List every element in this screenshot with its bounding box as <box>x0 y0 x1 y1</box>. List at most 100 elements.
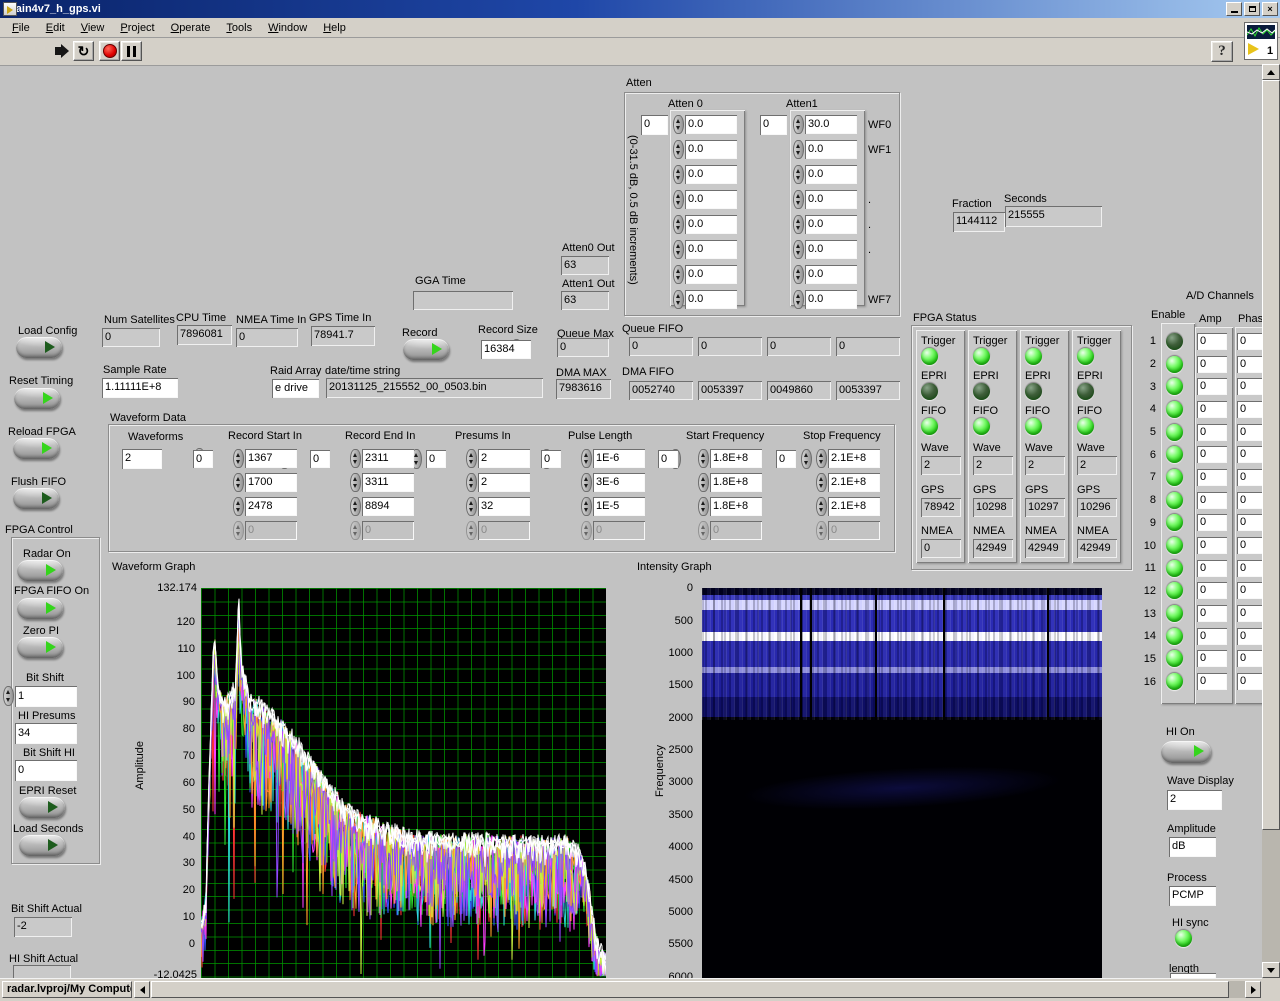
index-field[interactable]: 0 <box>426 450 446 468</box>
fpga-fifo-on-button[interactable] <box>17 598 63 619</box>
wave-display-field[interactable]: 2 <box>1167 790 1222 810</box>
value-field[interactable]: 3311 <box>362 473 414 492</box>
value-spinner[interactable] <box>698 497 709 516</box>
hi-on-button[interactable] <box>1161 741 1211 763</box>
enable-led[interactable] <box>1166 673 1183 691</box>
value-field[interactable]: 1.8E+8 <box>710 497 762 516</box>
enable-led[interactable] <box>1166 514 1183 532</box>
enable-led[interactable] <box>1166 446 1183 464</box>
hscroll-track[interactable] <box>1229 981 1245 998</box>
hi-presums-field[interactable]: 34 <box>15 723 77 744</box>
value-field[interactable]: 1.8E+8 <box>710 449 762 468</box>
hscroll-thumb[interactable] <box>151 981 1229 998</box>
bit-shift-field[interactable]: 1 <box>15 686 77 707</box>
menu-item[interactable]: File <box>4 20 38 36</box>
load-seconds-button[interactable] <box>19 835 65 856</box>
amp-field[interactable]: 0 <box>1197 582 1227 600</box>
atten1-index-field[interactable]: 0 <box>760 115 787 135</box>
value-field[interactable]: 2.1E+8 <box>828 497 880 516</box>
enable-led[interactable] <box>1166 582 1183 600</box>
intensity-graph-plot[interactable] <box>702 588 1102 978</box>
enable-led[interactable] <box>1166 378 1183 396</box>
amp-field[interactable]: 0 <box>1197 627 1227 645</box>
value-field[interactable]: 1E-5 <box>593 497 645 516</box>
flush-fifo-button[interactable] <box>13 488 59 509</box>
waveform-graph-plot[interactable] <box>201 588 606 978</box>
scroll-up-button[interactable] <box>1262 64 1280 80</box>
atten-value-spinner[interactable] <box>793 215 804 234</box>
run-continuous-button[interactable]: ↻ <box>73 41 94 61</box>
amp-field[interactable]: 0 <box>1197 378 1227 396</box>
amp-field[interactable]: 0 <box>1197 605 1227 623</box>
reset-timing-button[interactable] <box>14 388 60 409</box>
value-spinner[interactable] <box>350 497 361 516</box>
run-button[interactable] <box>51 41 72 61</box>
index-field[interactable]: 0 <box>658 450 678 468</box>
phase-field[interactable]: 0 <box>1237 627 1265 645</box>
value-field[interactable]: 1367 <box>245 449 297 468</box>
atten-value-field[interactable]: 0.0 <box>685 140 737 159</box>
scroll-thumb[interactable] <box>1262 80 1280 830</box>
amp-field[interactable]: 0 <box>1197 650 1227 668</box>
enable-led[interactable] <box>1166 491 1183 509</box>
phase-field[interactable]: 0 <box>1237 559 1265 577</box>
phase-field[interactable]: 0 <box>1237 446 1265 464</box>
menu-item[interactable]: Project <box>112 20 162 36</box>
amp-field[interactable]: 0 <box>1197 468 1227 486</box>
atten-value-field[interactable]: 0.0 <box>685 215 737 234</box>
enable-led[interactable] <box>1166 537 1183 555</box>
record-size-field[interactable]: 16384 <box>481 340 531 359</box>
value-spinner[interactable] <box>816 449 827 468</box>
value-field[interactable]: 2478 <box>245 497 297 516</box>
minimize-button[interactable] <box>1226 2 1242 16</box>
amp-field[interactable]: 0 <box>1197 423 1227 441</box>
load-config-button[interactable] <box>16 337 62 358</box>
enable-led[interactable] <box>1166 468 1183 486</box>
value-field[interactable]: 8894 <box>362 497 414 516</box>
scroll-down-button[interactable] <box>1262 962 1280 978</box>
value-spinner[interactable] <box>581 473 592 492</box>
atten-value-field[interactable]: 0.0 <box>685 265 737 284</box>
reload-fpga-button[interactable] <box>13 438 59 459</box>
value-field[interactable]: 2.1E+8 <box>828 473 880 492</box>
atten-value-spinner[interactable] <box>793 190 804 209</box>
menu-item[interactable]: View <box>73 20 113 36</box>
atten-value-field[interactable]: 0.0 <box>685 115 737 134</box>
value-field[interactable]: 1E-6 <box>593 449 645 468</box>
atten-value-spinner[interactable] <box>673 140 684 159</box>
atten-value-spinner[interactable] <box>793 265 804 284</box>
abort-button[interactable] <box>99 41 120 61</box>
value-spinner[interactable] <box>581 449 592 468</box>
phase-field[interactable]: 0 <box>1237 514 1265 532</box>
atten0-index-field[interactable]: 0 <box>641 115 668 135</box>
atten-value-spinner[interactable] <box>793 140 804 159</box>
value-field[interactable]: 32 <box>478 497 530 516</box>
amp-field[interactable]: 0 <box>1197 446 1227 464</box>
atten-value-field[interactable]: 0.0 <box>805 290 857 309</box>
bit-shift-hi-field[interactable]: 0 <box>15 760 77 781</box>
phase-field[interactable]: 0 <box>1237 537 1265 555</box>
enable-led[interactable] <box>1166 605 1183 623</box>
restore-button[interactable] <box>1244 2 1260 16</box>
index-field[interactable]: 0 <box>310 450 330 468</box>
amp-field[interactable]: 0 <box>1197 514 1227 532</box>
enable-led[interactable] <box>1166 627 1183 645</box>
value-spinner[interactable] <box>466 497 477 516</box>
value-spinner[interactable] <box>233 497 244 516</box>
atten-value-spinner[interactable] <box>793 240 804 259</box>
enable-led[interactable] <box>1166 332 1183 350</box>
enable-led[interactable] <box>1166 650 1183 668</box>
phase-field[interactable]: 0 <box>1237 650 1265 668</box>
phase-field[interactable]: 0 <box>1237 378 1265 396</box>
bit-shift-spinner[interactable] <box>3 686 14 706</box>
value-spinner[interactable] <box>816 497 827 516</box>
atten-value-field[interactable]: 0.0 <box>805 240 857 259</box>
pause-button[interactable] <box>121 41 142 61</box>
phase-field[interactable]: 0 <box>1237 332 1265 350</box>
scroll-left-button[interactable] <box>134 981 150 998</box>
amp-field[interactable]: 0 <box>1197 537 1227 555</box>
menu-item[interactable]: Edit <box>38 20 73 36</box>
value-spinner[interactable] <box>698 473 709 492</box>
value-spinner[interactable] <box>466 449 477 468</box>
value-spinner[interactable] <box>698 449 709 468</box>
